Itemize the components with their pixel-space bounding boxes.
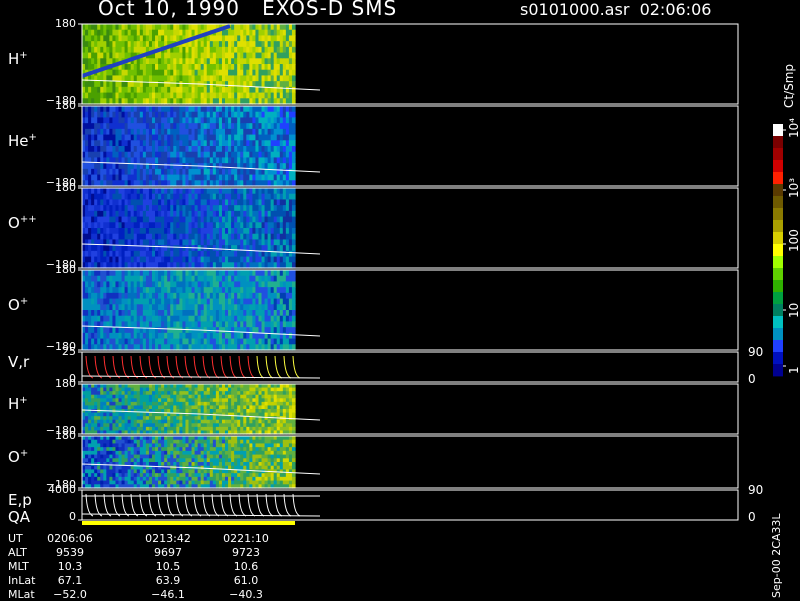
colorbar-segment (773, 304, 783, 316)
footer-value-mlt: 10.5 (138, 560, 198, 573)
colorbar-segment (773, 124, 783, 136)
tick-top-h1: 180 (36, 17, 76, 30)
colorbar-segment (773, 256, 783, 268)
footer-value-ut: 0213:42 (138, 532, 198, 545)
footer-value-mlt: 10.6 (216, 560, 276, 573)
file-label: s0101000.asr 02:06:06 (520, 0, 711, 19)
right-tick-top-ep: 90 (748, 483, 763, 497)
footer-value-mlat: −52.0 (40, 588, 100, 601)
panel-label-he: He+ (8, 132, 37, 150)
footer-value-alt: 9697 (138, 546, 198, 559)
footer-value-mlat: −46.1 (138, 588, 198, 601)
plot-title: Oct 10, 1990 EXOS-D SMS (98, 0, 397, 20)
colorbar-segment (773, 328, 783, 340)
panel-label-opp: O++ (8, 214, 37, 232)
side-text: Sep-00 2CA33L (770, 513, 783, 598)
colorbar-segment (773, 196, 783, 208)
footer-value-ut: 0221:10 (216, 532, 276, 545)
colorbar-segment (773, 244, 783, 256)
colorbar-segment (773, 364, 783, 376)
tick-top-he: 180 (36, 99, 76, 112)
footer-value-ut: 0206:06 (40, 532, 100, 545)
colorbar-unit: Ct/Smp (782, 64, 796, 108)
footer-value-alt: 9723 (216, 546, 276, 559)
footer-key-mlt: MLT (8, 560, 29, 573)
spectrogram-plot (0, 0, 800, 600)
footer-key-alt: ALT (8, 546, 27, 559)
colorbar-segment (773, 316, 783, 328)
colorbar-segment (773, 172, 783, 184)
tick-top-vr: 25 (36, 345, 76, 358)
colorbar-segment (773, 268, 783, 280)
panel-label-ep: E,p (8, 491, 32, 509)
colorbar-segment (773, 340, 783, 352)
right-tick-bottom-vr: 0 (748, 372, 756, 386)
panel-frame-ep (82, 490, 738, 520)
tick-bottom-ep: 0 (36, 510, 76, 523)
footer-value-inlat: 67.1 (40, 574, 100, 587)
colorbar-segment (773, 136, 783, 148)
right-tick-bottom-ep: 0 (748, 510, 756, 524)
colorbar-segment (773, 280, 783, 292)
colorbar-segment (773, 232, 783, 244)
colorbar-tick: 10 (787, 303, 800, 318)
footer-value-mlt: 10.3 (40, 560, 100, 573)
colorbar-tick: 100 (787, 229, 800, 252)
tick-top-o1: 180 (36, 263, 76, 276)
panel-label-vr: V,r (8, 353, 29, 371)
tick-top-ep: 4000 (36, 483, 76, 496)
qa-bar (82, 521, 295, 525)
colorbar-segment (773, 352, 783, 364)
qa-label: QA (8, 508, 30, 526)
footer-value-mlat: −40.3 (216, 588, 276, 601)
panel-label-h2: H+ (8, 395, 28, 413)
footer-key-mlat: MLat (8, 588, 35, 601)
footer-value-inlat: 61.0 (216, 574, 276, 587)
colorbar-tick: 1 (787, 366, 800, 374)
colorbar-segment (773, 160, 783, 172)
colorbar-segment (773, 184, 783, 196)
footer-key-ut: UT (8, 532, 23, 545)
colorbar-segment (773, 208, 783, 220)
right-tick-top-vr: 90 (748, 345, 763, 359)
tick-top-opp: 180 (36, 181, 76, 194)
tick-top-o2: 180 (36, 429, 76, 442)
footer-value-inlat: 63.9 (138, 574, 198, 587)
footer-key-inlat: InLat (8, 574, 35, 587)
panel-label-o2: O+ (8, 448, 28, 466)
colorbar-tick: 10⁴ (787, 118, 800, 138)
panel-frame-vr (82, 352, 738, 382)
colorbar-segment (773, 292, 783, 304)
colorbar-segment (773, 148, 783, 160)
colorbar-tick: 10³ (787, 178, 800, 198)
tick-top-h2: 180 (36, 377, 76, 390)
panel-label-o1: O+ (8, 296, 28, 314)
panel-label-h1: H+ (8, 50, 28, 68)
footer-value-alt: 9539 (40, 546, 100, 559)
colorbar-segment (773, 220, 783, 232)
